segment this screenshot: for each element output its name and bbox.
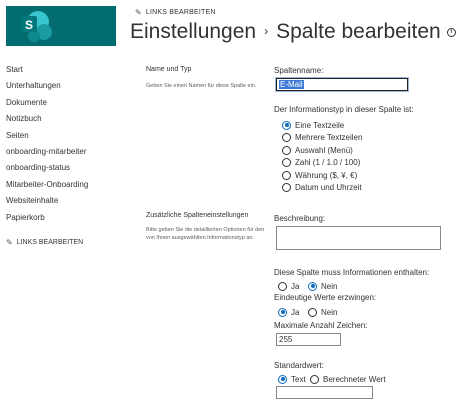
sharepoint-logo[interactable]: S — [6, 6, 116, 46]
nav-item-seiten[interactable]: Seiten — [6, 128, 126, 144]
info-type-label: Der Informationstyp in dieser Spalte ist… — [274, 105, 414, 114]
info-type-option-label: Währung ($, ¥, €) — [295, 170, 358, 180]
column-name-value: E-Mail — [279, 80, 304, 89]
breadcrumb-separator-icon: › — [264, 24, 269, 38]
max-chars-input[interactable]: 255 — [276, 333, 341, 346]
info-type-option-number[interactable]: Zahl (1 / 1.0 / 100) — [282, 157, 360, 169]
default-calculated-label: Berechneter Wert — [323, 374, 386, 384]
info-type-option-choice[interactable]: Auswahl (Menü) — [282, 144, 353, 156]
page-title-current: Spalte bearbeiten — [276, 20, 441, 43]
info-type-option-currency[interactable]: Währung ($, ¥, €) — [282, 169, 357, 181]
radio-selected-icon — [282, 120, 291, 130]
description-textarea[interactable] — [276, 226, 441, 250]
required-no-label: Nein — [321, 281, 338, 291]
radio-icon — [308, 307, 317, 317]
column-name-label: Spaltenname: — [274, 66, 324, 75]
radio-icon — [278, 281, 287, 291]
info-type-option-multi-line[interactable]: Mehrere Textzeilen — [282, 132, 362, 144]
radio-icon — [282, 183, 291, 192]
nav-item-mitarbeiter-onboarding[interactable]: Mitarbeiter-Onboarding — [6, 177, 126, 193]
max-chars-value: 255 — [279, 335, 293, 344]
unique-yes-label: Ja — [291, 307, 300, 317]
info-icon[interactable]: i — [446, 27, 456, 37]
info-type-option-datetime[interactable]: Datum und Uhrzeit — [282, 182, 362, 194]
logo-letter: S — [25, 18, 33, 32]
unique-yes-radio[interactable]: Ja — [278, 306, 299, 318]
radio-icon — [282, 145, 291, 155]
page-title: Einstellungen › Spalte bearbeiten i — [130, 20, 456, 44]
edit-links-nav[interactable]: ✎ LINKS BEARBEITEN — [6, 238, 83, 247]
nav-item-onboarding-status[interactable]: onboarding-status — [6, 160, 126, 176]
nav-item-onboarding-mitarbeiter[interactable]: onboarding-mitarbeiter — [6, 144, 126, 160]
radio-selected-icon — [278, 374, 287, 384]
default-text-radio[interactable]: Text — [278, 373, 306, 385]
info-type-option-label: Eine Textzeile — [295, 120, 345, 130]
info-type-option-single-line[interactable]: Eine Textzeile — [282, 119, 344, 131]
nav-item-dokumente[interactable]: Dokumente — [6, 95, 126, 111]
max-chars-label: Maximale Anzahl Zeichen: — [274, 321, 368, 330]
radio-icon — [282, 170, 291, 180]
radio-icon — [282, 133, 291, 142]
nav-item-start[interactable]: Start — [6, 62, 126, 78]
default-value-input[interactable] — [276, 386, 373, 399]
nav-item-websiteinhalte[interactable]: Websiteinhalte — [6, 193, 126, 209]
default-calculated-radio[interactable]: Berechneter Wert — [310, 373, 386, 385]
required-yes-radio[interactable]: Ja — [278, 280, 299, 292]
edit-links-top[interactable]: ✎ LINKS BEARBEITEN — [135, 8, 216, 17]
breadcrumb-settings[interactable]: Einstellungen — [130, 20, 256, 44]
radio-selected-icon — [278, 307, 287, 317]
unique-no-radio[interactable]: Nein — [308, 306, 337, 318]
radio-icon — [310, 374, 319, 384]
edit-links-top-label: LINKS BEARBEITEN — [145, 9, 216, 16]
pencil-icon: ✎ — [135, 8, 142, 17]
sharepoint-logo-icon: S — [21, 11, 52, 42]
section-desc-additional: Bitte geben Sie die detaillierten Option… — [146, 227, 265, 241]
quick-launch-nav: Start Unterhaltungen Dokumente Notizbuch… — [6, 62, 126, 226]
required-yes-label: Ja — [291, 281, 300, 291]
info-type-option-label: Datum und Uhrzeit — [295, 183, 362, 192]
section-title-name-type: Name und Typ — [146, 66, 192, 73]
unique-label: Eindeutige Werte erzwingen: — [274, 293, 377, 302]
required-no-radio[interactable]: Nein — [308, 280, 337, 292]
description-label: Beschreibung: — [274, 214, 326, 223]
info-type-option-label: Mehrere Textzeilen — [295, 133, 363, 142]
default-text-label: Text — [291, 374, 306, 384]
radio-selected-icon — [308, 281, 317, 291]
edit-links-nav-label: LINKS BEARBEITEN — [16, 239, 84, 246]
nav-item-notizbuch[interactable]: Notizbuch — [6, 111, 126, 127]
section-title-additional: Zusätzliche Spalteneinstellungen — [146, 212, 249, 219]
column-name-input[interactable]: E-Mail — [276, 78, 408, 91]
section-desc-name-type: Geben Sie einen Namen für diese Spalte e… — [146, 83, 257, 89]
info-type-option-label: Zahl (1 / 1.0 / 100) — [295, 158, 361, 167]
nav-item-unterhaltungen[interactable]: Unterhaltungen — [6, 78, 126, 94]
required-label: Diese Spalte muss Informationen enthalte… — [274, 268, 430, 277]
unique-no-label: Nein — [321, 307, 338, 317]
default-value-label: Standardwert: — [274, 361, 324, 370]
info-type-option-label: Auswahl (Menü) — [295, 145, 353, 155]
pencil-icon: ✎ — [6, 238, 13, 247]
radio-icon — [282, 158, 291, 167]
nav-item-papierkorb[interactable]: Papierkorb — [6, 210, 126, 226]
